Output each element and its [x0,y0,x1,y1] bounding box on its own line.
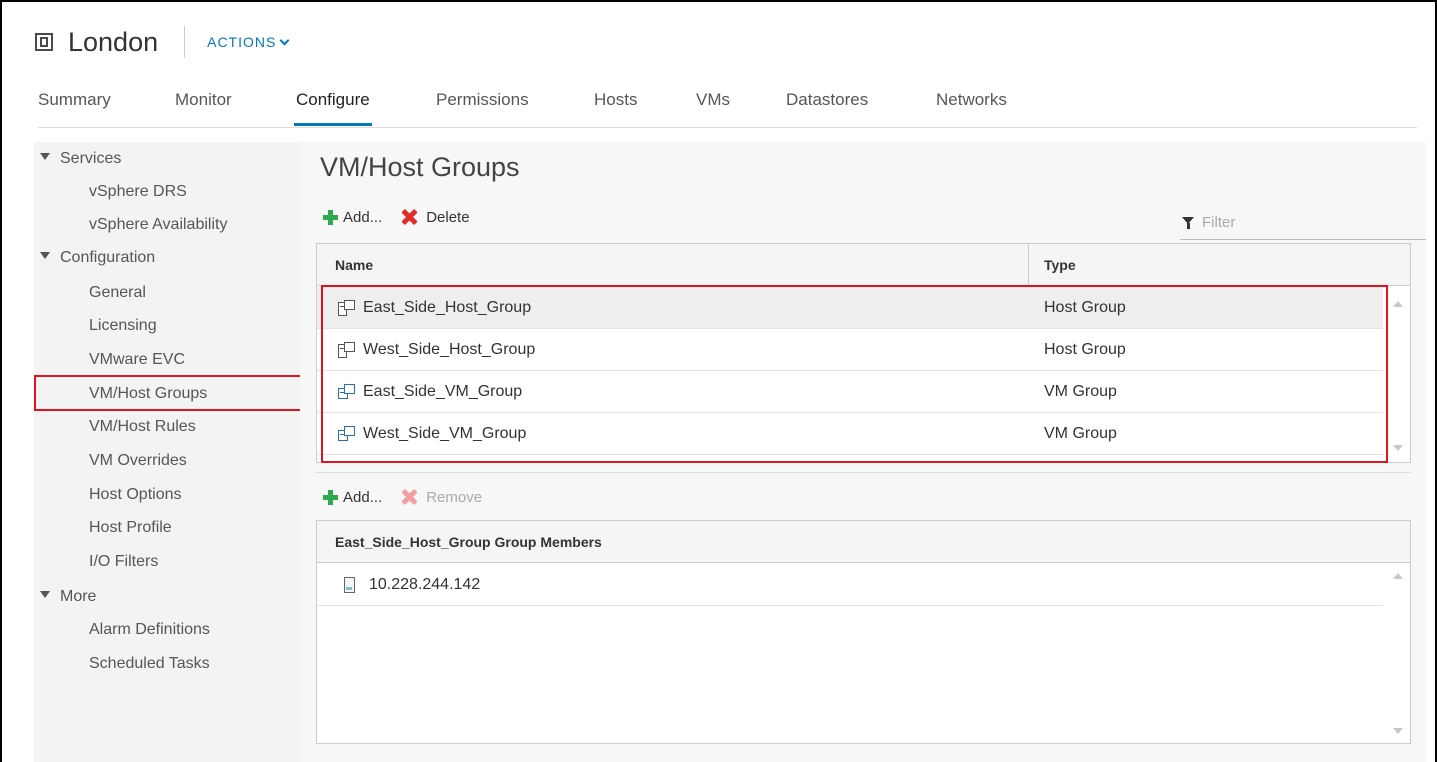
sidebar-selection-highlight [34,375,302,411]
sidebar-item-host-options[interactable]: Host Options [89,486,181,504]
members-table-header: East_Side_Host_Group Group Members [317,521,1410,563]
members-table: East_Side_Host_Group Group Members 10.22… [316,520,1411,744]
host-icon [343,576,357,594]
plus-icon [322,209,339,226]
page-title: London [68,26,159,57]
scroll-up-arrow-icon[interactable] [1393,301,1403,307]
sidebar-item-host-profile[interactable]: Host Profile [89,519,172,537]
tab-networks[interactable]: Networks [936,86,1007,126]
tab-permissions[interactable]: Permissions [436,86,529,126]
remove-member-button[interactable]: Remove [400,488,482,506]
object-header: London ACTIONS [34,22,290,62]
tab-bar: Summary Monitor Configure Permissions Ho… [38,86,1417,128]
sidebar-item-vmware-evc[interactable]: VMware EVC [89,351,185,369]
tab-configure[interactable]: Configure [294,86,372,126]
tab-datastores[interactable]: Datastores [786,86,868,126]
column-header-members[interactable]: East_Side_Host_Group Group Members [335,521,602,563]
sidebar-section-more[interactable]: More [40,588,96,606]
section-title: VM/Host Groups [320,152,520,182]
filter-funnel-icon [1182,216,1194,229]
caret-down-icon [40,591,50,599]
delete-group-button[interactable]: Delete [400,208,469,226]
groups-table-header: Name Type [317,244,1410,286]
members-toolbar: Add... Remove [322,488,500,506]
remove-x-icon [400,488,418,506]
sidebar-section-services[interactable]: Services [40,150,121,168]
groups-highlight-box [321,285,1388,463]
sidebar-item-licensing[interactable]: Licensing [89,317,157,335]
filter-input[interactable]: Filter [1180,206,1426,240]
sidebar-item-vm-overrides[interactable]: VM Overrides [89,452,187,470]
caret-down-icon [40,252,50,260]
scroll-down-arrow-icon[interactable] [1393,445,1403,451]
delete-x-icon [400,208,418,226]
configure-sidebar: Services vSphere DRS vSphere Availabilit… [34,142,300,762]
sidebar-item-scheduled-tasks[interactable]: Scheduled Tasks [89,655,210,673]
sidebar-item-vsphere-drs[interactable]: vSphere DRS [89,183,187,201]
sidebar-item-alarm-definitions[interactable]: Alarm Definitions [89,621,210,639]
tab-monitor[interactable]: Monitor [175,86,232,126]
column-header-name[interactable]: Name [335,244,373,286]
tab-hosts[interactable]: Hosts [594,86,637,126]
actions-label: ACTIONS [207,34,277,50]
column-header-type[interactable]: Type [1044,244,1076,286]
caret-down-icon [40,153,50,161]
plus-icon [322,489,339,506]
sidebar-item-vsphere-availability[interactable]: vSphere Availability [89,216,227,234]
sidebar-item-vm-host-rules[interactable]: VM/Host Rules [89,418,196,436]
tab-vms[interactable]: VMs [696,86,730,126]
table-row[interactable]: 10.228.244.142 [317,564,1383,606]
add-group-button[interactable]: Add... [322,209,382,226]
panel-divider [316,472,1411,473]
scroll-up-arrow-icon[interactable] [1393,573,1403,579]
datacenter-icon [34,32,54,52]
chevron-down-icon [279,35,290,45]
scroll-down-arrow-icon[interactable] [1393,728,1403,734]
column-divider [1028,244,1029,286]
members-table-scrollbar[interactable] [1384,564,1410,744]
actions-menu-button[interactable]: ACTIONS [207,34,290,50]
sidebar-item-io-filters[interactable]: I/O Filters [89,553,158,571]
sidebar-section-configuration[interactable]: Configuration [40,249,155,267]
groups-toolbar: Add... Delete [322,208,488,226]
header-divider [184,26,186,58]
tab-summary[interactable]: Summary [38,86,111,126]
add-member-button[interactable]: Add... [322,489,382,506]
sidebar-item-general[interactable]: General [89,284,146,302]
